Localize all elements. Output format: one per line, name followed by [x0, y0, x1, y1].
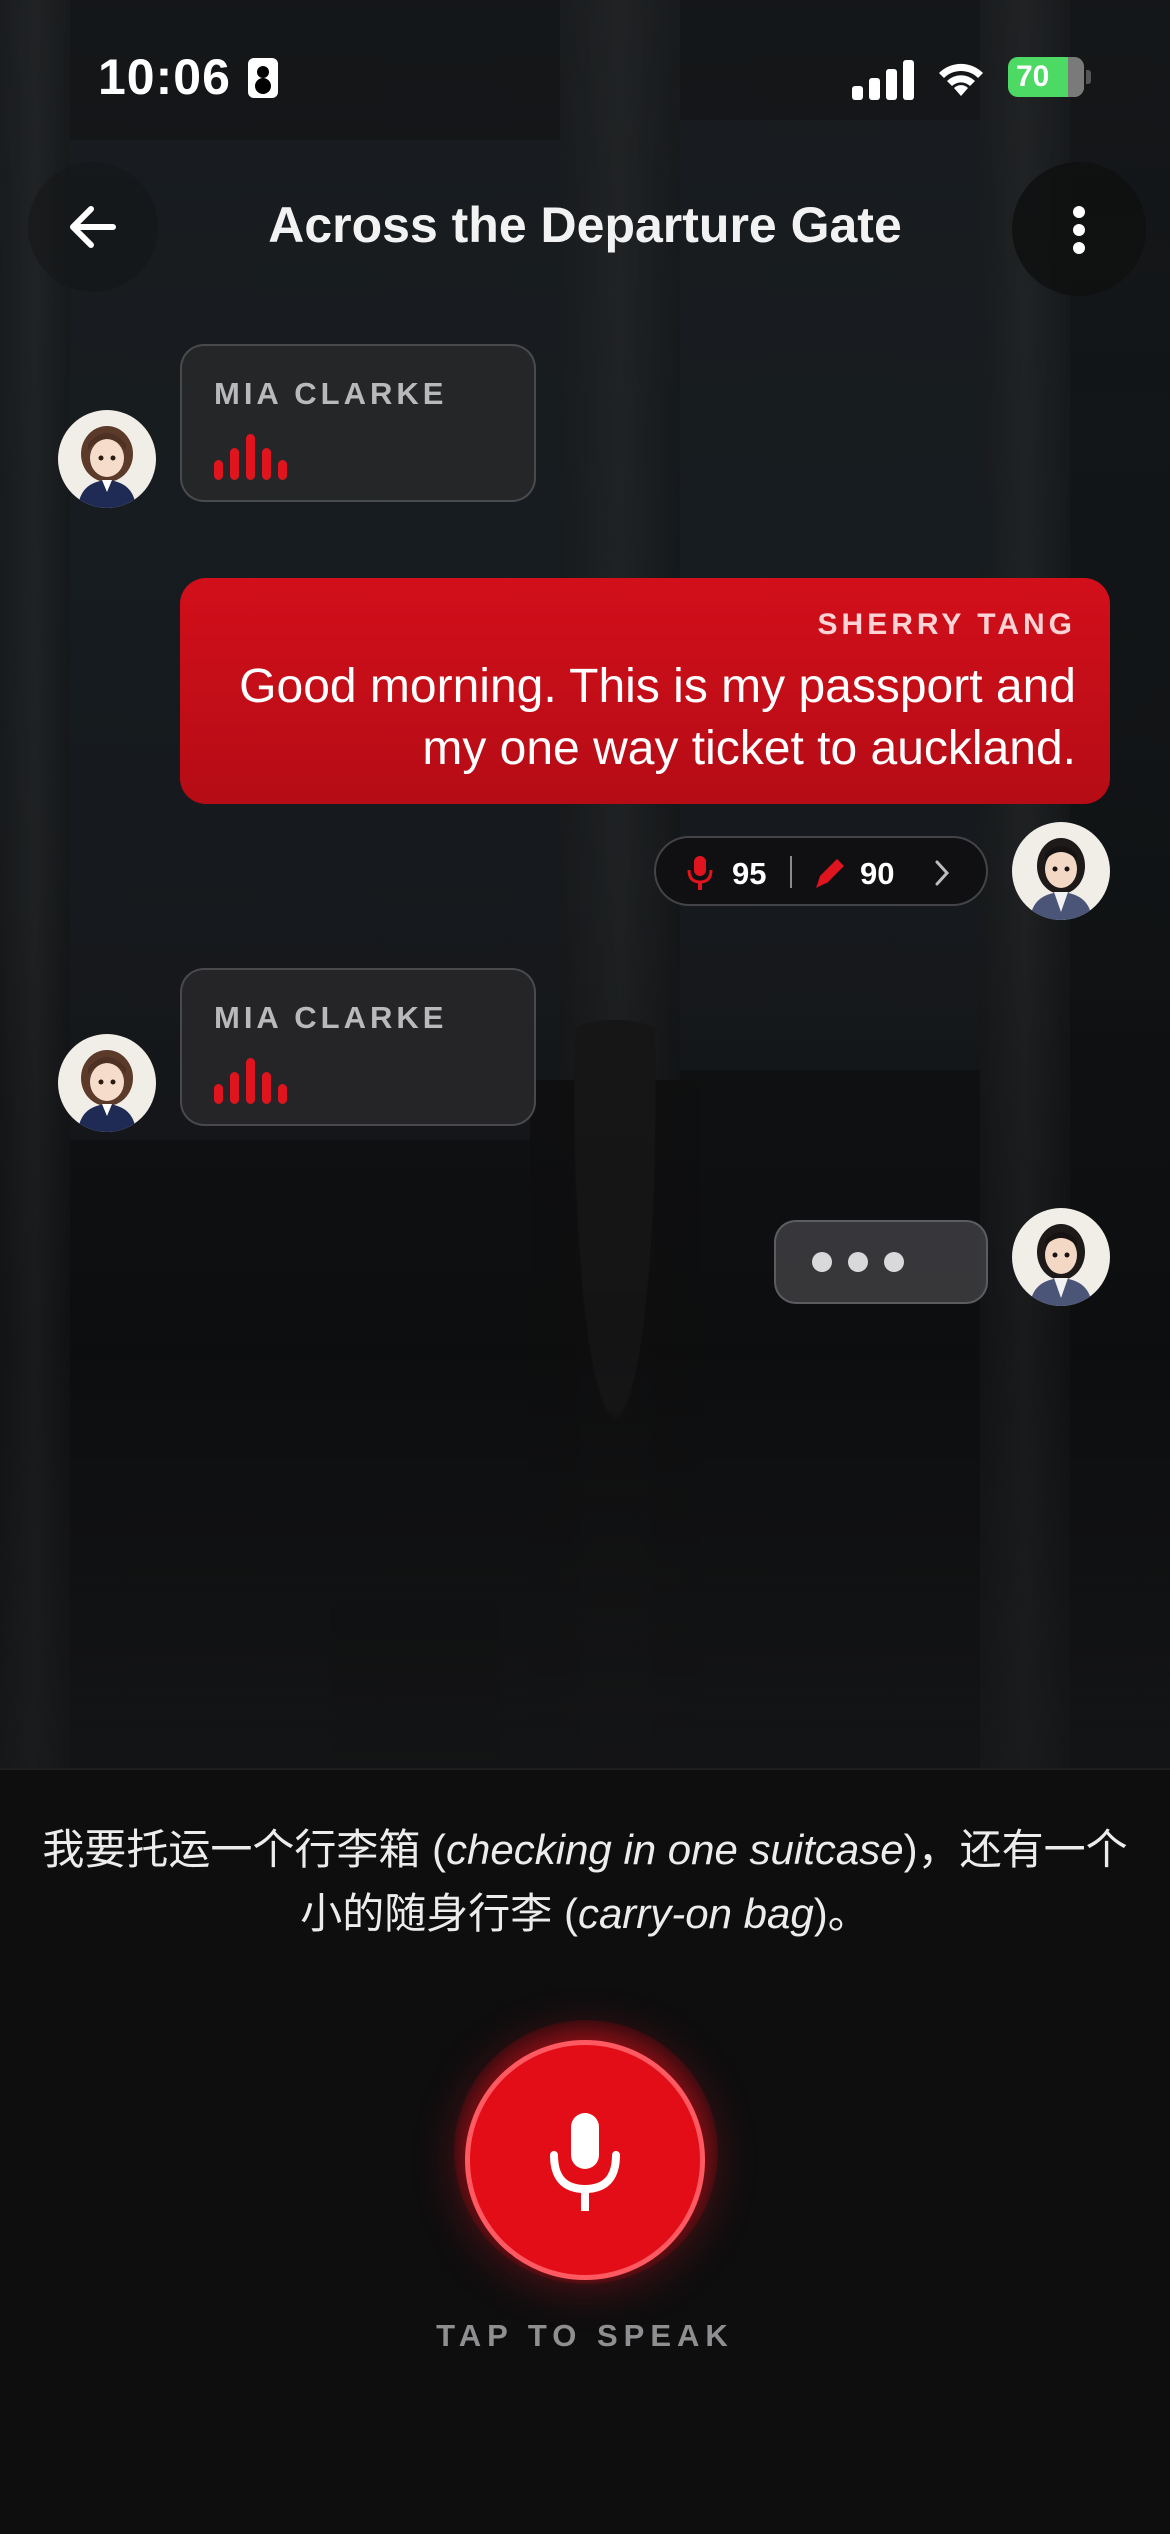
avatar-sherry-tang	[1012, 1208, 1110, 1306]
message-text: Good morning. This is my passport and my…	[239, 660, 1076, 775]
contact-card-icon	[248, 58, 278, 98]
speaker-name: SHERRY TANG	[817, 608, 1076, 641]
microphone-icon	[550, 2113, 620, 2211]
tap-to-speak-label: TAP TO SPEAK	[436, 2318, 734, 2353]
tap-to-speak-button[interactable]	[465, 2040, 705, 2280]
pencil-icon	[816, 859, 844, 888]
pronunciation-score: 95	[732, 856, 767, 891]
typing-indicator	[774, 1220, 988, 1304]
message-bubble-ai[interactable]: MIA CLARKE	[180, 968, 536, 1126]
score-feedback-button[interactable]: 95 90	[654, 836, 988, 906]
battery-level: 70	[1016, 60, 1050, 93]
back-button[interactable]	[28, 162, 158, 292]
more-options-button[interactable]	[1012, 162, 1146, 296]
battery-icon: 70	[1008, 57, 1091, 97]
wifi-icon	[939, 63, 983, 96]
audio-waveform-icon[interactable]	[214, 1056, 304, 1104]
english-term: checking in one suitcase	[446, 1826, 904, 1873]
arrow-left-icon	[70, 206, 116, 248]
page-title: Across the Departure Gate	[268, 197, 902, 253]
audio-waveform-icon[interactable]	[214, 432, 304, 480]
speaker-name: MIA CLARKE	[214, 376, 448, 411]
status-bar: 10:06 70	[0, 0, 1170, 150]
status-time: 10:06	[98, 49, 231, 105]
avatar-sherry-tang	[1012, 822, 1110, 920]
background-scene	[0, 0, 1170, 1770]
chevron-right-icon	[935, 860, 950, 886]
avatar-mia-clarke	[58, 1034, 156, 1132]
prompt-hint: 我要托运一个行李箱 (checking in one suitcase)，还有一…	[42, 1826, 1128, 1937]
cellular-signal-icon	[852, 58, 916, 100]
grammar-score: 90	[860, 856, 895, 891]
message-bubble-user[interactable]: SHERRY TANG Good morning. This is my pas…	[180, 578, 1110, 804]
english-term: carry-on bag	[577, 1890, 814, 1937]
avatar-mia-clarke	[58, 410, 156, 508]
more-vertical-icon	[1073, 206, 1085, 218]
speaker-name: MIA CLARKE	[214, 1000, 448, 1035]
message-bubble-ai[interactable]: MIA CLARKE	[180, 344, 536, 502]
microphone-icon	[687, 856, 713, 890]
divider	[790, 856, 792, 888]
